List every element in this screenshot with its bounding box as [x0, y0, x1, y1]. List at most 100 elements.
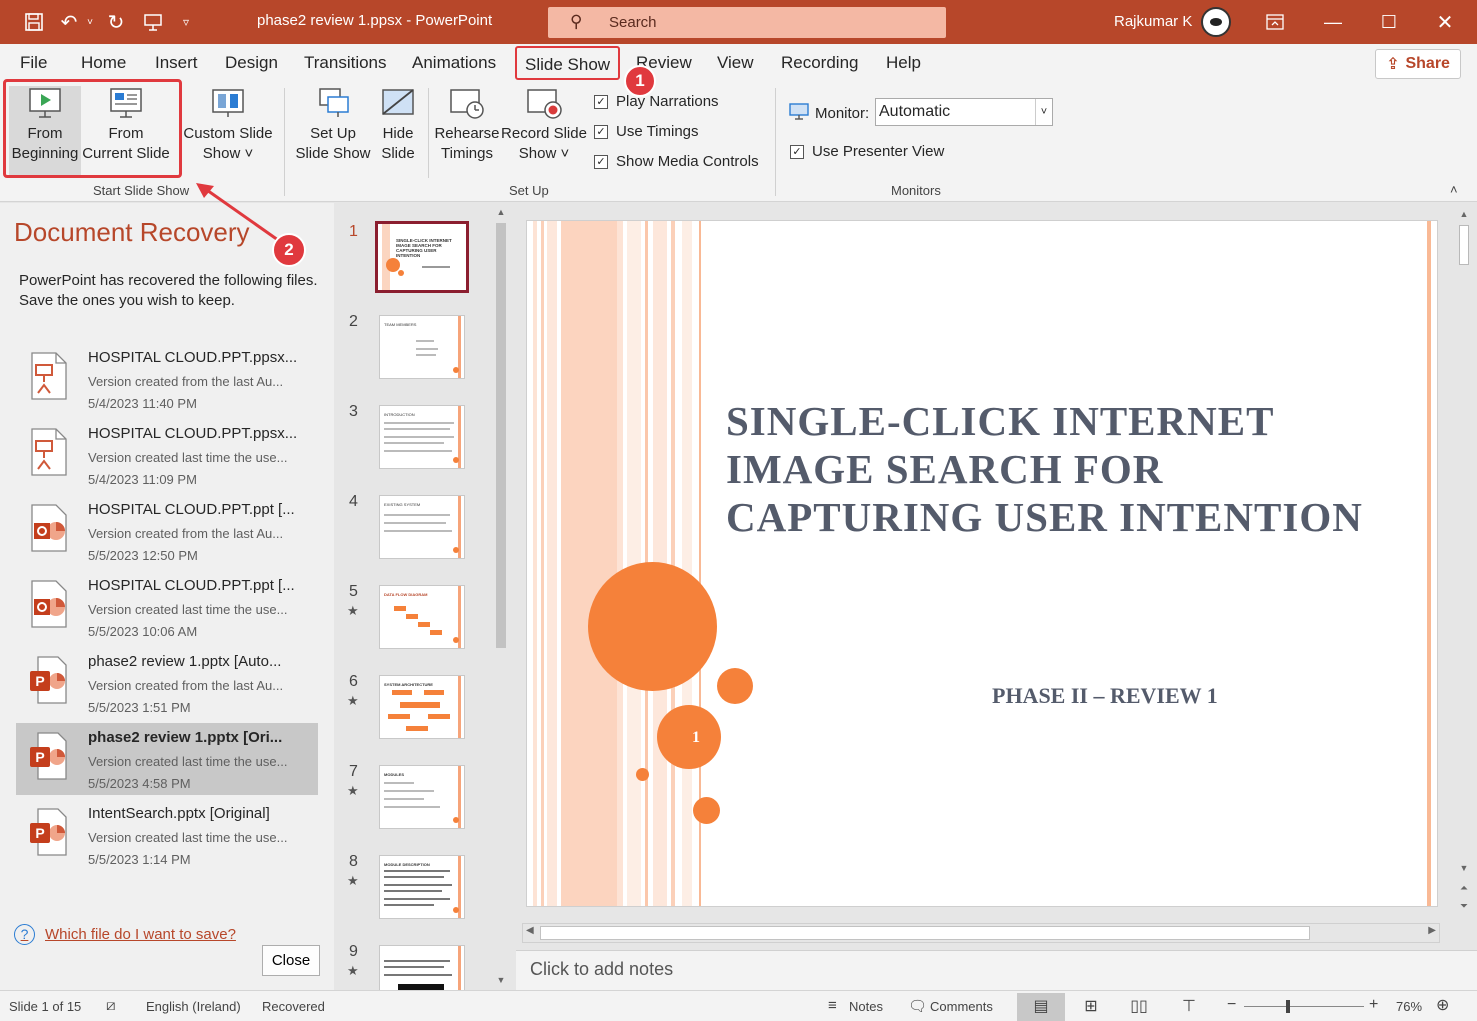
tab-view[interactable]: View	[717, 53, 754, 73]
maximize-icon[interactable]: ☐	[1374, 8, 1404, 36]
language-indicator[interactable]: English (Ireland)	[146, 999, 241, 1014]
horizontal-scrollbar[interactable]: ◀ ▶	[522, 923, 1440, 943]
zoom-level[interactable]: 76%	[1396, 999, 1422, 1014]
slide-thumbnail[interactable]: 2 TEAM MEMBERS	[335, 313, 490, 393]
tab-design[interactable]: Design	[225, 53, 278, 73]
redo-icon[interactable]: ↻	[103, 9, 129, 35]
slide-thumbnail[interactable]: 5 ★ DATA FLOW DIAGRAM	[335, 583, 490, 663]
scrollbar-thumb[interactable]	[496, 223, 506, 648]
hide-slide-button[interactable]: Hide Slide	[374, 86, 422, 177]
zoom-out-icon[interactable]: −	[1227, 996, 1236, 1014]
custom-slide-show-button[interactable]: Custom Slide Show ˅	[183, 86, 273, 177]
scroll-up-icon[interactable]: ▲	[1455, 209, 1473, 219]
user-name[interactable]: Rajkumar K	[1114, 13, 1192, 30]
scrollbar-thumb[interactable]	[1459, 225, 1469, 265]
comments-icon[interactable]: 🗨	[908, 997, 927, 1015]
rehearse-timings-button[interactable]: Rehearse Timings	[434, 86, 500, 177]
scroll-down-icon[interactable]: ▼	[492, 975, 510, 985]
slide-show-view-icon[interactable]: ⊤	[1165, 993, 1213, 1021]
use-timings-checkbox[interactable]: ✓ Use Timings	[594, 123, 699, 140]
ppsx-file-icon	[28, 351, 68, 401]
recovery-file-item[interactable]: HOSPITAL CLOUD.PPT.ppsx... Version creat…	[16, 343, 318, 415]
slide-thumbnail[interactable]: 6 ★ SYSTEM ARCHITECTURE	[335, 673, 490, 753]
customize-toolbar-icon[interactable]: ▿	[176, 9, 196, 35]
slide-thumbnail[interactable]: 4 EXISTING SYSTEM	[335, 493, 490, 573]
tab-insert[interactable]: Insert	[155, 53, 198, 73]
present-icon[interactable]	[140, 9, 166, 35]
scroll-up-icon[interactable]: ▲	[492, 207, 510, 217]
slide-sorter-icon[interactable]: ⊞	[1067, 993, 1115, 1021]
show-media-controls-checkbox[interactable]: ✓ Show Media Controls	[594, 153, 759, 170]
next-slide-icon[interactable]: ⏷	[1455, 901, 1473, 912]
slide-subtitle[interactable]: PHASE II – REVIEW 1	[992, 683, 1218, 709]
recovery-file-item[interactable]: HOSPITAL CLOUD.PPT.ppt [... Version crea…	[16, 571, 318, 643]
slide-thumbnail[interactable]: 7 ★ MODULES	[335, 763, 490, 843]
normal-view-icon[interactable]: ▤	[1017, 993, 1065, 1021]
notes-icon[interactable]: ≡	[828, 997, 837, 1014]
slide-title[interactable]: SINGLE-CLICK INTERNET IMAGE SEARCH FOR C…	[726, 397, 1386, 541]
close-button[interactable]: Close	[262, 945, 320, 976]
scroll-left-icon[interactable]: ◀	[526, 925, 534, 936]
ppt-file-icon	[28, 579, 68, 629]
monitors-group-label: Monitors	[891, 183, 941, 198]
help-link[interactable]: ? Which file do I want to save?	[14, 924, 236, 945]
fit-to-window-icon[interactable]: ⊕	[1436, 995, 1449, 1015]
undo-icon[interactable]: ↶	[56, 9, 82, 35]
tab-recording[interactable]: Recording	[781, 53, 859, 73]
current-slide[interactable]: SINGLE-CLICK INTERNET IMAGE SEARCH FOR C…	[526, 220, 1438, 907]
minimize-icon[interactable]: —	[1318, 8, 1348, 36]
undo-dropdown-icon[interactable]: ˅	[84, 9, 96, 35]
slide-thumbnail[interactable]: 1 SINGLE-CLICK INTERNET IMAGE SEARCH FOR…	[335, 221, 490, 303]
play-narrations-checkbox[interactable]: ✓ Play Narrations	[594, 93, 719, 110]
record-line2: Show ˅	[518, 145, 570, 162]
slide-number-label: 1	[692, 729, 700, 746]
tab-file[interactable]: File	[20, 53, 47, 73]
svg-text:P: P	[35, 673, 44, 689]
slide-number: 4	[349, 493, 358, 510]
avatar[interactable]	[1201, 7, 1231, 37]
recovery-file-name: HOSPITAL CLOUD.PPT.ppsx...	[88, 349, 298, 366]
tab-home[interactable]: Home	[81, 53, 126, 73]
recovery-file-item[interactable]: P IntentSearch.pptx [Original] Version c…	[16, 799, 318, 871]
search-box[interactable]: ⚲ Search	[548, 7, 946, 38]
scrollbar-thumb[interactable]	[540, 926, 1310, 940]
record-slide-show-button[interactable]: Record Slide Show ˅	[500, 86, 588, 177]
thumbnail-scrollbar[interactable]: ▲ ▼	[492, 203, 510, 990]
thumbnail-title: SYSTEM ARCHITECTURE	[384, 682, 433, 687]
set-up-slide-show-button[interactable]: Set Up Slide Show	[292, 86, 374, 177]
save-icon[interactable]	[20, 9, 48, 35]
tab-animations[interactable]: Animations	[412, 53, 496, 73]
share-button[interactable]: ⇪ Share	[1375, 49, 1461, 79]
slide-thumbnail[interactable]: 8 ★ MODULE DESCRIPTION	[335, 853, 490, 933]
slide-thumbnail[interactable]: 3 INTRODUCTION	[335, 403, 490, 483]
checkmark-icon: ✓	[594, 94, 608, 109]
tab-slide-show[interactable]: Slide Show	[515, 46, 621, 80]
slide-scrollbar[interactable]: ▲ ▼ ⏶ ⏷	[1455, 205, 1473, 917]
recovery-file-item[interactable]: HOSPITAL CLOUD.PPT.ppt [... Version crea…	[16, 495, 318, 567]
zoom-slider[interactable]	[1244, 1000, 1364, 1013]
close-window-icon[interactable]: ✕	[1430, 8, 1460, 36]
tab-transitions[interactable]: Transitions	[304, 53, 387, 73]
recovery-file-item-selected[interactable]: P phase2 review 1.pptx [Ori... Version c…	[16, 723, 318, 795]
scroll-down-icon[interactable]: ▼	[1455, 863, 1473, 873]
recovery-file-item[interactable]: P phase2 review 1.pptx [Auto... Version …	[16, 647, 318, 719]
slide-number: 2	[349, 313, 358, 330]
slide-thumbnail-image: MODULE DESCRIPTION	[379, 855, 465, 919]
zoom-in-icon[interactable]: +	[1369, 996, 1378, 1014]
zoom-slider-thumb[interactable]	[1286, 1000, 1290, 1013]
previous-slide-icon[interactable]: ⏶	[1455, 883, 1473, 894]
collapse-ribbon-icon[interactable]: ˄	[1450, 182, 1458, 197]
use-presenter-view-checkbox[interactable]: ✓ Use Presenter View	[790, 143, 944, 160]
monitor-select[interactable]: Automatic ˅	[875, 98, 1053, 126]
recovery-file-name: IntentSearch.pptx [Original]	[88, 805, 270, 822]
ribbon-display-icon[interactable]	[1260, 8, 1290, 36]
monitor-label-row: Monitor:	[789, 102, 869, 124]
accessibility-icon[interactable]: ⧄	[106, 997, 116, 1014]
notes-pane[interactable]: Click to add notes	[516, 950, 1477, 990]
scroll-right-icon[interactable]: ▶	[1428, 925, 1436, 936]
tab-help[interactable]: Help	[886, 53, 921, 73]
reading-view-icon[interactable]: ▯▯	[1115, 993, 1163, 1021]
recovery-file-item[interactable]: HOSPITAL CLOUD.PPT.ppsx... Version creat…	[16, 419, 318, 491]
notes-toggle[interactable]: Notes	[849, 999, 883, 1014]
comments-toggle[interactable]: Comments	[930, 999, 993, 1014]
